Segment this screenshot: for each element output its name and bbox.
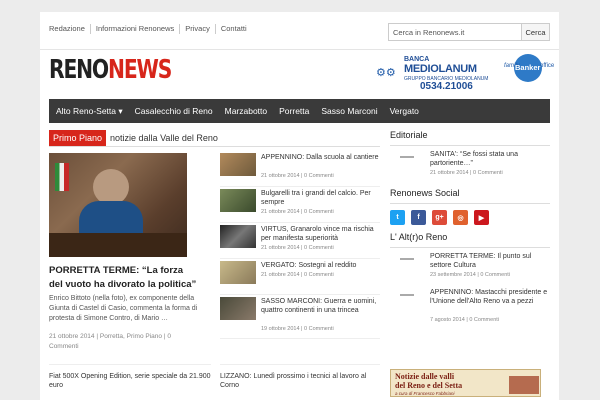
feature-image[interactable] [49, 153, 187, 257]
list-item-title[interactable]: VERGATO: Sostegni al reddito [261, 261, 379, 270]
feature-category-primo-piano[interactable]: Primo Piano [127, 333, 162, 340]
social-heading: Renonews Social [390, 188, 550, 204]
flag-shape [55, 163, 69, 191]
ad-bank-name: MEDIOLANUM [404, 63, 477, 75]
banner-line-1: Notizie dalle valli [395, 372, 455, 381]
search-form: Cerca [388, 23, 550, 41]
top-link-contatti[interactable]: Contatti [216, 24, 252, 34]
thumbnail [220, 297, 256, 320]
nav-sasso-marconi[interactable]: Sasso Marconi [315, 99, 383, 123]
list-item-meta: 21 ottobre 2014 | 0 Commenti [261, 245, 334, 251]
bottom-link-right[interactable]: LIZZANO: Lunedì prossimo i tecnici al la… [220, 372, 380, 390]
office-text: office [540, 63, 555, 69]
banner-line-2: del Reno e del Setta [395, 381, 463, 390]
banner-picture [509, 376, 539, 394]
person-head-shape [93, 169, 129, 205]
altro-reno-heading: L' Alt(r)o Reno [390, 232, 550, 248]
placeholder-icon [400, 258, 414, 260]
top-links: Redazione Informazioni Renonews Privacy … [49, 24, 252, 34]
nav-alto-reno-setta[interactable]: Alto Reno-Setta ▾ [49, 99, 129, 123]
main-nav: Alto Reno-Setta ▾ Casalecchio di Reno Ma… [49, 99, 550, 123]
list-item-meta: 19 ottobre 2014 | 0 Commenti [261, 326, 334, 332]
list-item-title[interactable]: SASSO MARCONI: Guerra e uomini, quattro … [261, 297, 379, 315]
list-item-meta: 21 ottobre 2014 | 0 Commenti [261, 209, 334, 215]
thumbnail [220, 261, 256, 284]
list-item-meta: 21 ottobre 2014 | 0 Commenti [261, 272, 334, 278]
list-item-title[interactable]: APPENNINO: Dalla scuola al cantiere [261, 153, 379, 162]
bottom-link-left[interactable]: Fiat 500X Opening Edition, serie special… [49, 372, 211, 390]
placeholder-icon [400, 294, 414, 296]
search-button[interactable]: Cerca [522, 23, 550, 41]
list-item-meta: 21 ottobre 2014 | 0 Commenti [261, 173, 334, 179]
nav-porretta[interactable]: Porretta [273, 99, 315, 123]
social-icons: t f g+ ◎ ▶ [390, 210, 550, 232]
list-item[interactable]: VIRTUS, Granarolo vince ma rischia per m… [220, 225, 380, 259]
primo-piano-tag: Primo Piano [49, 130, 107, 146]
list-item-title[interactable]: Bulgarelli tra i grandi del calcio. Per … [261, 189, 379, 207]
youtube-icon[interactable]: ▶ [474, 210, 489, 225]
twitter-icon[interactable]: t [390, 210, 405, 225]
primo-piano-subtitle: notizie dalla Valle del Reno [110, 133, 218, 143]
desk-shape [49, 233, 187, 257]
top-link-privacy[interactable]: Privacy [180, 24, 216, 34]
header-ad-banner[interactable]: ⚙⚙ BANCA MEDIOLANUM GRUPPO BANCARIO MEDI… [374, 52, 554, 94]
google-plus-icon[interactable]: g+ [432, 210, 447, 225]
nav-casalecchio[interactable]: Casalecchio di Reno [129, 99, 219, 123]
divider [49, 146, 380, 147]
banker-text: Banker [515, 63, 541, 72]
top-link-redazione[interactable]: Redazione [49, 24, 91, 34]
divider [220, 364, 380, 365]
list-item-title[interactable]: VIRTUS, Granarolo vince ma rischia per m… [261, 225, 379, 243]
gears-icon: ⚙⚙ [376, 67, 396, 79]
feature-title[interactable]: PORRETTA TERME: “La forza del vuoto ha d… [49, 264, 199, 292]
sidebar-item-title[interactable]: APPENNINO: Mastacchi presidente e l'Unio… [430, 288, 550, 306]
list-item[interactable]: Bulgarelli tra i grandi del calcio. Per … [220, 189, 380, 223]
notizie-banner[interactable]: Notizie dalle valli del Reno e del Setta… [390, 369, 541, 397]
list-item[interactable]: SASSO MARCONI: Guerra e uomini, quattro … [220, 297, 380, 339]
sidebar-item[interactable]: APPENNINO: Mastacchi presidente e l'Unio… [390, 288, 550, 328]
nav-marzabotto[interactable]: Marzabotto [219, 99, 274, 123]
top-bar: Redazione Informazioni Renonews Privacy … [40, 12, 559, 50]
site-logo[interactable]: RENO NEWS [49, 50, 172, 90]
sidebar-item-meta: 21 ottobre 2014 | 0 Commenti [430, 170, 503, 176]
family-banker-logo: family Banker office [504, 53, 554, 83]
ad-bank-label: BANCA [404, 56, 430, 63]
sidebar-item[interactable]: SANITA': “Se fossi stata una partoriente… [390, 150, 550, 182]
search-input[interactable] [388, 23, 522, 41]
sidebar-item-title[interactable]: PORRETTA TERME: Il punto sul settore Cul… [430, 252, 550, 270]
list-item[interactable]: APPENNINO: Dalla scuola al cantiere 21 o… [220, 153, 380, 187]
divider [49, 364, 211, 365]
feature-meta: 21 ottobre 2014 | Porretta, Primo Piano … [49, 333, 171, 350]
instagram-icon[interactable]: ◎ [453, 210, 468, 225]
logo-part-news: NEWS [108, 55, 172, 85]
list-item[interactable]: VERGATO: Sostegni al reddito 21 ottobre … [220, 261, 380, 295]
nav-vergato[interactable]: Vergato [384, 99, 425, 123]
logo-part-reno: RENO [49, 55, 109, 85]
thumbnail [220, 225, 256, 248]
thumbnail [220, 189, 256, 212]
sidebar-item-meta: 7 agosto 2014 | 0 Commenti [430, 317, 499, 323]
news-list: APPENNINO: Dalla scuola al cantiere 21 o… [220, 153, 380, 341]
primo-piano-heading: Primo Piano notizie dalla Valle del Reno [49, 130, 218, 146]
feature-excerpt: Enrico Bittoto (nella foto), ex componen… [49, 295, 198, 322]
top-link-informazioni[interactable]: Informazioni Renonews [91, 24, 181, 34]
sidebar-item-title[interactable]: SANITA': “Se fossi stata una partoriente… [430, 150, 550, 168]
editoriale-heading: Editoriale [390, 130, 550, 146]
facebook-icon[interactable]: f [411, 210, 426, 225]
thumbnail [220, 153, 256, 176]
sidebar-item-meta: 23 settembre 2014 | 0 Commenti [430, 272, 510, 278]
banner-line-3: a cura di Francesco Fabbriani [395, 391, 455, 396]
feature-category-porretta[interactable]: Porretta [100, 333, 123, 340]
ad-phone: 0534.21006 [420, 81, 473, 92]
feature-date: 21 ottobre 2014 [49, 333, 95, 340]
sidebar: Editoriale SANITA': “Se fossi stata una … [390, 130, 550, 328]
page: Redazione Informazioni Renonews Privacy … [40, 12, 559, 400]
sidebar-item[interactable]: PORRETTA TERME: Il punto sul settore Cul… [390, 252, 550, 284]
placeholder-icon [400, 156, 414, 158]
